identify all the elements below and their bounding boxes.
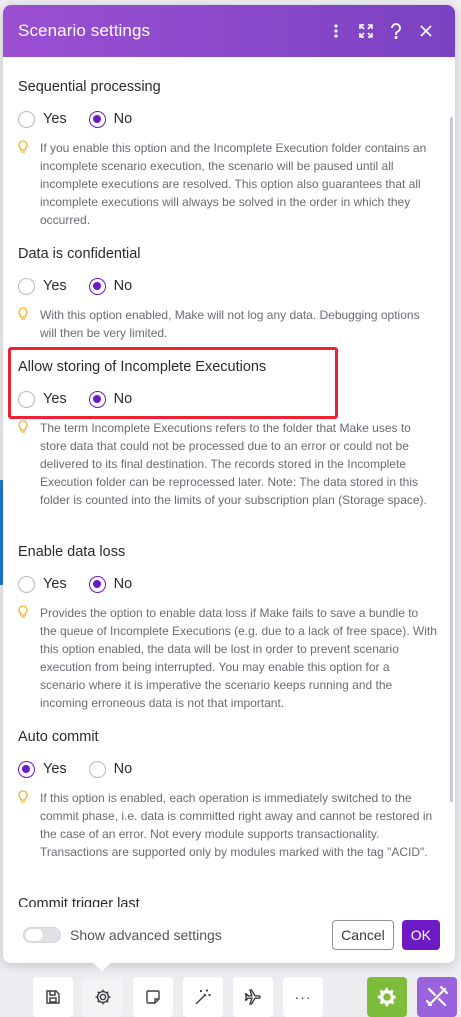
radio-label: No: [113, 761, 133, 777]
radio-label: No: [113, 576, 133, 592]
advanced-settings-label: Show advanced settings: [70, 927, 222, 943]
radio-circle[interactable]: [18, 575, 35, 593]
help-block: If you enable this option and the Incomp…: [18, 139, 438, 229]
settings-icon[interactable]: [83, 977, 123, 1017]
radio-group: Yes No: [18, 759, 438, 779]
section-enable-data-loss: Enable data loss Yes No Provides the opt…: [18, 544, 438, 712]
magic-wand-icon[interactable]: [183, 977, 223, 1017]
gear-icon[interactable]: [367, 977, 407, 1017]
expand-icon[interactable]: [351, 16, 381, 46]
radio-yes[interactable]: Yes: [18, 760, 67, 778]
settings-body[interactable]: Sequential processing Yes No If you enab…: [3, 57, 455, 907]
close-icon[interactable]: [411, 16, 441, 46]
radio-yes[interactable]: Yes: [18, 390, 67, 408]
section-title: Auto commit: [18, 729, 99, 745]
section-title: Allow storing of Incomplete Executions: [18, 359, 267, 375]
lightbulb-icon: [18, 789, 40, 861]
lightbulb-icon: [18, 306, 40, 342]
notes-icon[interactable]: [133, 977, 173, 1017]
help-block: If this option is enabled, each operatio…: [18, 789, 438, 861]
help-text: The term Incomplete Executions refers to…: [40, 421, 427, 507]
help-icon[interactable]: [381, 16, 411, 46]
dialog-footer: Show advanced settings Cancel OK: [3, 907, 455, 963]
advanced-settings-toggle[interactable]: [23, 927, 61, 943]
radio-circle-checked[interactable]: [88, 390, 106, 408]
help-block: The term Incomplete Executions refers to…: [18, 419, 438, 509]
help-block: Provides the option to enable data loss …: [18, 604, 438, 712]
radio-circle-checked[interactable]: [88, 277, 106, 295]
radio-group: Yes No: [18, 389, 438, 409]
radio-label: No: [113, 278, 133, 294]
section-data-confidential: Data is confidential Yes No With this op…: [18, 246, 438, 342]
section-title: Data is confidential: [18, 246, 141, 262]
lightbulb-icon: [18, 419, 40, 509]
radio-no[interactable]: No: [88, 110, 133, 128]
section-title: Sequential processing: [18, 79, 161, 95]
more-options-icon[interactable]: [321, 16, 351, 46]
dialog-pointer: [92, 962, 112, 971]
scrollbar[interactable]: [450, 117, 453, 802]
bottom-toolbar: ···: [33, 977, 333, 1017]
radio-label: Yes: [43, 111, 67, 127]
radio-label: Yes: [43, 391, 67, 407]
toggle-knob: [25, 929, 43, 941]
radio-no[interactable]: No: [88, 390, 133, 408]
save-icon[interactable]: [33, 977, 73, 1017]
radio-group: Yes No: [18, 109, 438, 129]
radio-label: No: [113, 111, 133, 127]
help-text: Provides the option to enable data loss …: [40, 606, 437, 710]
section-title: Enable data loss: [18, 544, 126, 560]
radio-circle-checked[interactable]: [18, 760, 35, 778]
radio-circle[interactable]: [18, 110, 35, 128]
more-label: ···: [294, 989, 312, 1005]
lightbulb-icon: [18, 139, 40, 229]
radio-circle[interactable]: [88, 760, 106, 778]
radio-circle-checked[interactable]: [88, 575, 106, 593]
section-commit-trigger-last: Commit trigger last: [18, 896, 438, 907]
radio-no[interactable]: No: [88, 277, 133, 295]
radio-label: Yes: [43, 576, 67, 592]
section-allow-storing-incomplete: Allow storing of Incomplete Executions Y…: [18, 359, 438, 509]
tools-icon[interactable]: [417, 977, 457, 1017]
section-title: Commit trigger last: [18, 896, 140, 907]
radio-group: Yes No: [18, 276, 438, 296]
dialog-title: Scenario settings: [18, 21, 151, 40]
ok-button[interactable]: OK: [401, 920, 440, 950]
radio-yes[interactable]: Yes: [18, 575, 67, 593]
cancel-button[interactable]: Cancel: [332, 920, 394, 950]
radio-label: No: [113, 391, 133, 407]
help-text: If this option is enabled, each operatio…: [40, 791, 433, 859]
radio-no[interactable]: No: [88, 760, 133, 778]
airplane-icon[interactable]: [233, 977, 273, 1017]
radio-label: Yes: [43, 278, 67, 294]
radio-circle-checked[interactable]: [88, 110, 106, 128]
more-icon[interactable]: ···: [283, 977, 323, 1017]
help-text: With this option enabled, Make will not …: [40, 308, 420, 340]
section-auto-commit: Auto commit Yes No If this option is ena…: [18, 729, 438, 861]
help-block: With this option enabled, Make will not …: [18, 306, 438, 342]
radio-no[interactable]: No: [88, 575, 133, 593]
radio-circle[interactable]: [18, 390, 35, 408]
radio-group: Yes No: [18, 574, 438, 594]
lightbulb-icon: [18, 604, 40, 712]
help-text: If you enable this option and the Incomp…: [40, 141, 427, 227]
scenario-settings-dialog: Scenario settings Sequential processing: [3, 5, 455, 963]
radio-label: Yes: [43, 761, 67, 777]
radio-yes[interactable]: Yes: [18, 110, 67, 128]
radio-yes[interactable]: Yes: [18, 277, 67, 295]
section-sequential-processing: Sequential processing Yes No If you enab…: [18, 79, 438, 229]
radio-circle[interactable]: [18, 277, 35, 295]
dialog-header: Scenario settings: [3, 5, 455, 57]
